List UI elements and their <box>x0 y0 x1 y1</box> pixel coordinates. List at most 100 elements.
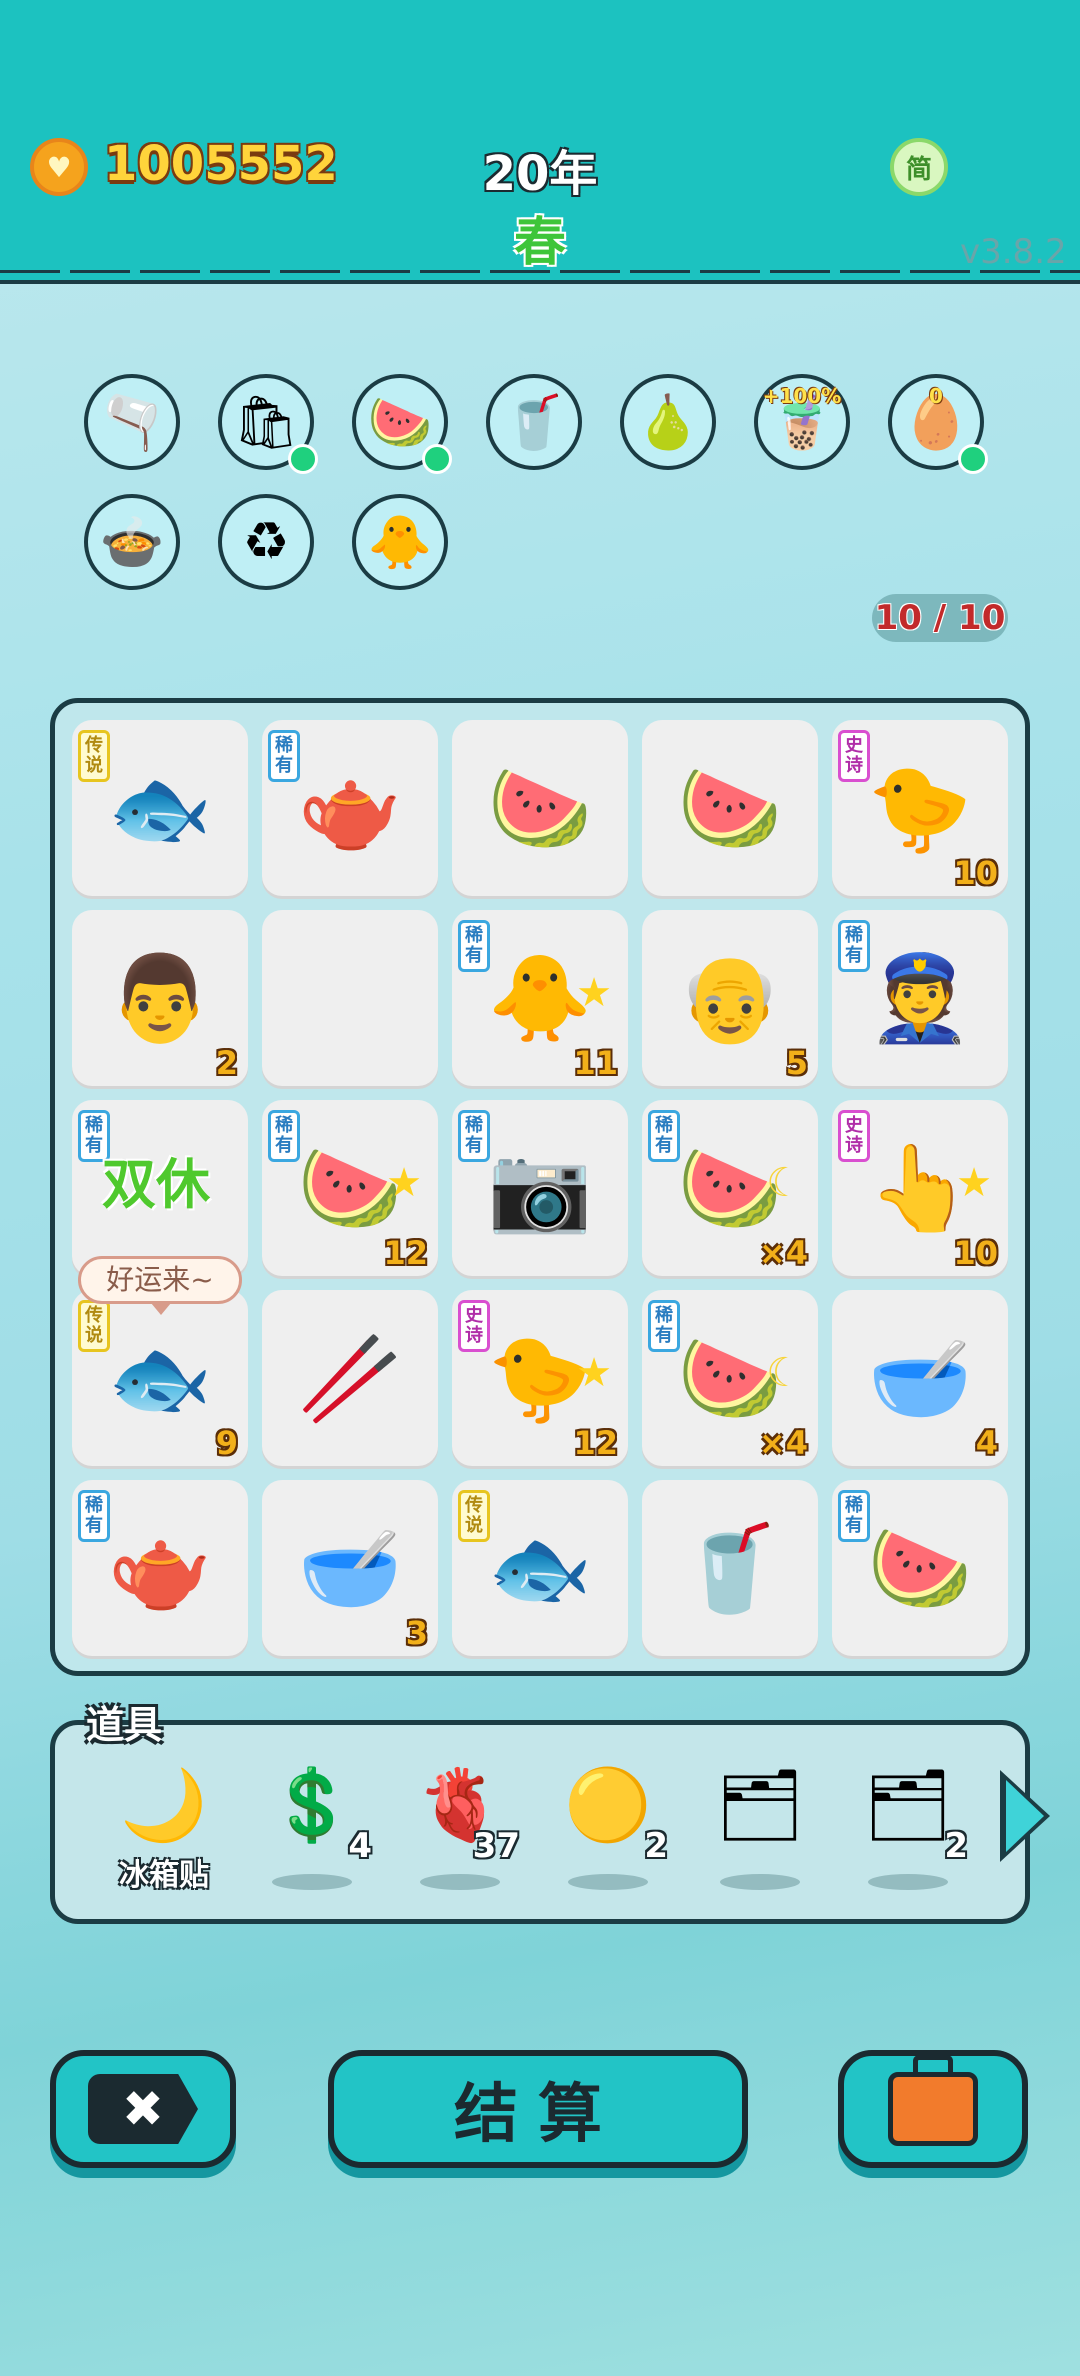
camera-icon: 📷 <box>487 1139 593 1237</box>
simplified-chinese-toggle[interactable]: 简 <box>890 138 948 196</box>
moon-icon: ☾ <box>766 1160 802 1206</box>
item-count: 11 <box>573 1044 618 1082</box>
board-cell-chick[interactable]: 稀有 🐥 ★ 11 <box>452 910 628 1086</box>
man-face-icon: 👨 <box>107 949 213 1047</box>
prop-rare-tag-pack[interactable]: 🗂 <box>700 1760 820 1900</box>
prop-label: 冰箱贴 <box>119 1858 209 1893</box>
speech-bubble: 好运来~ <box>78 1256 242 1315</box>
shop-recycle-button[interactable]: ♻ <box>218 494 314 590</box>
yellow-chick-face-icon: 🐤 <box>867 759 973 857</box>
shop-bubble-tea-cup-button[interactable]: 🥤 <box>486 374 582 470</box>
rare-tag-pack-icon: 🗂 <box>715 1764 805 1846</box>
prop-shadow <box>868 1874 948 1890</box>
board-cell-teapot[interactable]: 稀有 🫖 <box>262 720 438 896</box>
heart-coin-icon: ♥ <box>30 138 88 196</box>
prop-shadow <box>568 1874 648 1890</box>
star-icon: ★ <box>576 970 612 1016</box>
prop-count: 2 <box>644 1826 668 1866</box>
board-cell-straw[interactable]: 🥢 <box>262 1290 438 1466</box>
prop-shadow <box>272 1874 352 1890</box>
settle-label: 结算 <box>454 2078 622 2152</box>
police-face-icon: 👮 <box>867 949 973 1047</box>
notification-dot <box>958 444 988 474</box>
shop-seed-bag-button[interactable]: 🛍 <box>218 374 318 474</box>
board-cell-camera[interactable]: 稀有 📷 <box>452 1100 628 1276</box>
chick-egg-icon: 🐥 <box>367 512 433 573</box>
shop-fruit-basket-button[interactable]: 🍉 <box>352 374 452 474</box>
shop-pear-grapefruit-button[interactable]: 🍐 <box>620 374 716 470</box>
seed-bag-icon: 🛍 <box>232 392 299 453</box>
notification-dot <box>288 444 318 474</box>
moon-icon: ☾ <box>766 1350 802 1396</box>
item-count: 12 <box>573 1424 618 1462</box>
prop-dollar-coin[interactable]: 💲 4 <box>252 1760 372 1900</box>
duck-pot-icon: 🍲 <box>99 512 165 573</box>
board-cell-empty[interactable] <box>262 910 438 1086</box>
board-cell-watermelon-slice[interactable]: 稀有 🍉 ☾ ×4 <box>642 1100 818 1276</box>
item-count: 10 <box>953 854 998 892</box>
item-count: 2 <box>215 1044 238 1082</box>
item-count: 10 <box>953 1234 998 1272</box>
teapot-icon: 🫖 <box>297 759 403 857</box>
prop-epic-tag-pack[interactable]: 🗂 2 <box>848 1760 968 1900</box>
prop-gold-ball[interactable]: 🟡 2 <box>548 1760 668 1900</box>
star-icon: ★ <box>576 1350 612 1396</box>
board-cell-watermelon-slice[interactable]: 🍉 <box>452 720 628 896</box>
shop-tea-boost-button[interactable]: 🧋 +100% <box>754 374 850 470</box>
board-cell-soup-bowl[interactable]: 🥣 3 <box>262 1480 438 1656</box>
discard-button[interactable]: ✖ <box>50 2050 236 2168</box>
star-icon: ★ <box>956 1160 992 1206</box>
board-cell-pointing-hand[interactable]: 史诗 👆 ★ 10 <box>832 1100 1008 1276</box>
shop-badge: 0 <box>929 384 943 408</box>
item-count: ×4 <box>758 1234 808 1272</box>
board-cell-grandpa-face[interactable]: 👴 5 <box>642 910 818 1086</box>
grandpa-face-icon: 👴 <box>677 949 783 1047</box>
board-cell-weekend-sign[interactable]: 稀有 双休 <box>72 1100 248 1276</box>
board-cell-yellow-chick-face[interactable]: 史诗 🐤 10 <box>832 720 1008 896</box>
briefcase-icon <box>888 2055 978 2146</box>
settle-button[interactable]: 结算 <box>328 2050 748 2168</box>
teapot-icon: 🫖 <box>107 1519 213 1617</box>
watermelon-slice-icon: 🍉 <box>677 759 783 857</box>
board-cell-yellow-chick-face[interactable]: 史诗 🐤 ★ 12 <box>452 1290 628 1466</box>
shop-egg-tray-button[interactable]: 🥚 0 <box>888 374 988 474</box>
fruit-basket-icon: 🍉 <box>367 392 433 453</box>
board-cell-koi-fish[interactable]: 传说 🐟 9 <box>72 1290 248 1466</box>
notification-dot <box>422 444 452 474</box>
board-cell-koi-fish[interactable]: 传说 🐟 <box>72 720 248 896</box>
props-next-arrow-icon[interactable] <box>1000 1770 1050 1862</box>
board-cell-watermelon-slice[interactable]: 稀有 🍉 ★ 12 <box>262 1100 438 1276</box>
item-count: 9 <box>215 1424 238 1462</box>
board-cell-soup-bowl[interactable]: 🥣 4 <box>832 1290 1008 1466</box>
close-icon: ✖ <box>88 2074 198 2144</box>
prop-fridge-magnet[interactable]: 🌙 冰箱贴 <box>104 1760 224 1900</box>
bubble-tea-cup-icon: 🥤 <box>677 1519 783 1617</box>
shop-chick-egg-button[interactable]: 🐥 <box>352 494 448 590</box>
soup-bowl-icon: 🥣 <box>297 1519 403 1617</box>
board-cell-teapot[interactable]: 稀有 🫖 <box>72 1480 248 1656</box>
board-cell-man-face[interactable]: 👨 2 <box>72 910 248 1086</box>
prop-count: 37 <box>472 1826 520 1866</box>
coin-balance: 1005552 <box>104 136 338 192</box>
milk-jug-icon: 🫗 <box>99 392 165 453</box>
board-cell-watermelon-slice[interactable]: 稀有 🍉 ☾ ×4 <box>642 1290 818 1466</box>
board-cell-koi-fish[interactable]: 传说 🐟 <box>452 1480 628 1656</box>
recycle-icon: ♻ <box>242 512 290 572</box>
prop-liver[interactable]: 🫀 37 <box>400 1760 520 1900</box>
bag-button[interactable] <box>838 2050 1028 2168</box>
board-cell-watermelon-slice[interactable]: 🍉 <box>642 720 818 896</box>
board-cell-police-face[interactable]: 稀有 👮 <box>832 910 1008 1086</box>
board-cell-watermelon-slice[interactable]: 稀有 🍉 <box>832 1480 1008 1656</box>
koi-fish-icon: 🐟 <box>107 1329 213 1427</box>
item-count: 12 <box>383 1234 428 1272</box>
year-label: 20年 <box>482 146 598 202</box>
koi-fish-icon: 🐟 <box>487 1519 593 1617</box>
shop-duck-pot-button[interactable]: 🍲 <box>84 494 180 590</box>
soup-bowl-icon: 🥣 <box>867 1329 973 1427</box>
koi-fish-icon: 🐟 <box>107 759 213 857</box>
board-cell-bubble-tea-cup[interactable]: 🥤 <box>642 1480 818 1656</box>
weekend-sign-text: 双休 <box>102 1153 210 1216</box>
item-count: ×4 <box>758 1424 808 1462</box>
season-label: 春 <box>513 213 566 273</box>
shop-milk-jug-button[interactable]: 🫗 <box>84 374 180 470</box>
